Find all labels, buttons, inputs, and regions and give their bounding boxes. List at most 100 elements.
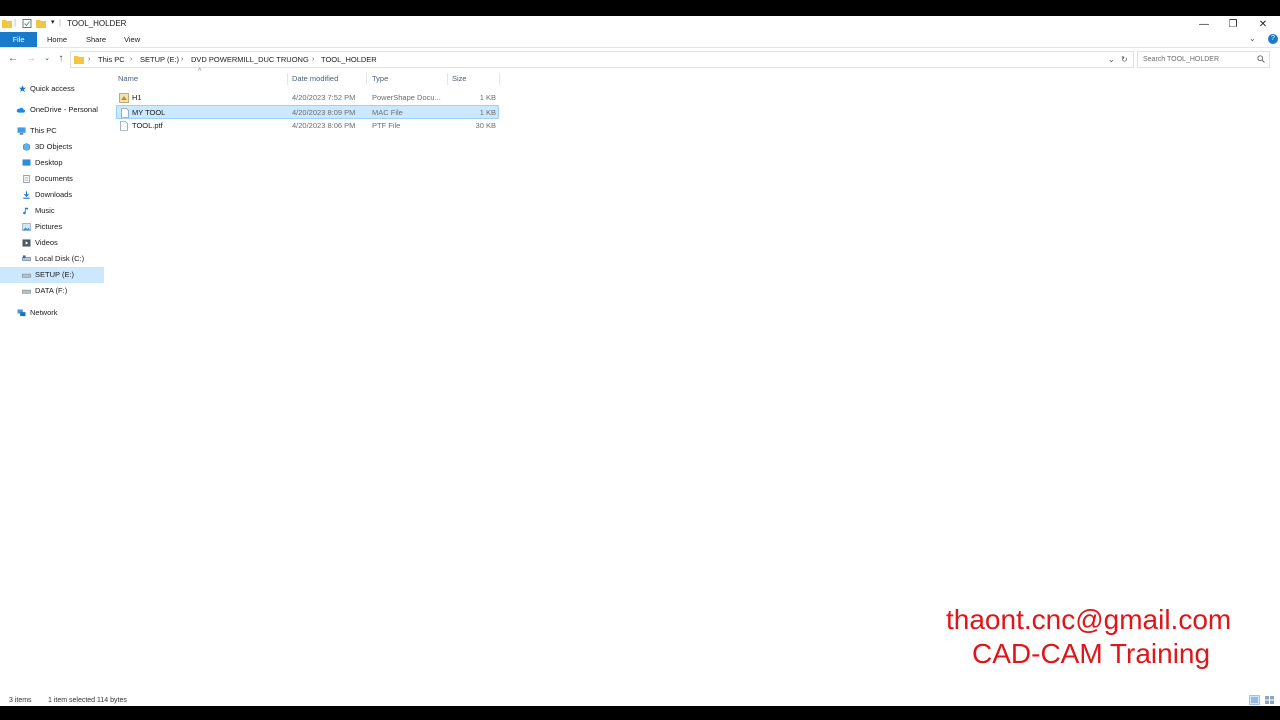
column-divider[interactable]	[447, 73, 448, 85]
tab-share[interactable]: Share	[80, 32, 112, 47]
cloud-icon	[16, 107, 25, 113]
file-size: 30 KB	[475, 121, 496, 130]
breadcrumb-separator-icon: ›	[130, 56, 133, 63]
details-view-icon[interactable]	[1249, 695, 1260, 705]
star-icon	[18, 85, 27, 92]
bottom-letterbox	[0, 706, 1280, 720]
nav-downloads[interactable]: Downloads	[0, 187, 104, 203]
tab-home[interactable]: Home	[41, 32, 73, 47]
computer-icon	[17, 127, 26, 135]
sort-ascending-icon: ^	[198, 68, 202, 75]
separator: |	[14, 18, 17, 27]
large-icons-view-icon[interactable]	[1264, 695, 1275, 705]
new-folder-icon[interactable]	[36, 19, 46, 28]
tab-file[interactable]: File	[0, 32, 37, 47]
cube-icon	[23, 143, 30, 151]
search-icon	[1257, 55, 1265, 63]
column-divider[interactable]	[366, 73, 367, 85]
expand-ribbon-icon[interactable]: ⌄	[1249, 34, 1256, 43]
drive-icon	[22, 289, 31, 294]
file-row[interactable]: H1 4/20/2023 7:52 PM PowerShape Docu... …	[116, 91, 499, 105]
nav-quick-access[interactable]: Quick access	[0, 81, 104, 97]
nav-data-f[interactable]: DATA (F:)	[0, 283, 104, 299]
breadcrumb-setup-drive[interactable]: SETUP (E:)	[140, 52, 179, 67]
close-icon: ✕	[1258, 18, 1268, 30]
nav-pictures[interactable]: Pictures	[0, 219, 104, 235]
column-divider[interactable]	[287, 73, 288, 85]
search-box[interactable]: Search TOOL_HOLDER	[1137, 51, 1270, 68]
tab-view[interactable]: View	[118, 32, 146, 47]
ribbon-tabs: File Home Share View ⌄ ?	[0, 32, 1280, 48]
file-row[interactable]: TOOL.ptf 4/20/2023 8:06 PM PTF File 30 K…	[116, 119, 499, 133]
nav-this-pc[interactable]: This PC	[0, 123, 104, 139]
network-icon	[17, 309, 26, 317]
recent-locations-button[interactable]: ⌄	[40, 52, 54, 66]
nav-videos[interactable]: Videos	[0, 235, 104, 251]
breadcrumb-current-folder[interactable]: TOOL_HOLDER	[321, 52, 377, 67]
help-icon[interactable]: ?	[1268, 34, 1278, 44]
generic-file-icon	[120, 121, 128, 131]
nav-onedrive[interactable]: OneDrive - Personal	[0, 102, 104, 118]
nav-desktop[interactable]: Desktop	[0, 155, 104, 171]
nav-label: DATA (F:)	[35, 286, 68, 295]
nav-label: Network	[30, 308, 58, 317]
properties-icon[interactable]	[22, 19, 32, 28]
column-header-name[interactable]: Name	[118, 73, 138, 85]
column-header-type[interactable]: Type	[372, 73, 388, 85]
window-title: TOOL_HOLDER	[67, 19, 127, 28]
breadcrumb-dvd-folder[interactable]: DVD POWERMILL_DUC TRUONG	[191, 52, 309, 67]
address-dropdown-icon[interactable]: ⌄	[1108, 52, 1115, 67]
folder-icon	[74, 56, 84, 64]
status-selection: 1 item selected 114 bytes	[48, 697, 127, 704]
minimize-button[interactable]: —	[1189, 16, 1219, 32]
restore-button[interactable]: ❐	[1218, 16, 1248, 32]
nav-label: OneDrive - Personal	[30, 105, 98, 114]
breadcrumb-separator-icon: ›	[181, 56, 184, 63]
nav-label: Pictures	[35, 222, 63, 231]
nav-label: 3D Objects	[35, 142, 73, 151]
nav-setup-e[interactable]: SETUP (E:)	[0, 267, 104, 283]
file-size: 1 KB	[479, 93, 496, 102]
nav-network[interactable]: Network	[0, 305, 104, 321]
back-button[interactable]: ←	[6, 52, 20, 66]
forward-button[interactable]: →	[24, 52, 38, 66]
file-type: PTF File	[372, 121, 401, 130]
column-divider[interactable]	[499, 73, 500, 85]
nav-label: Desktop	[35, 158, 63, 167]
nav-label: Videos	[35, 238, 58, 247]
breadcrumb-this-pc[interactable]: This PC	[98, 52, 125, 67]
address-bar[interactable]: › This PC › SETUP (E:) › DVD POWERMILL_D…	[70, 51, 1134, 68]
nav-3d-objects[interactable]: 3D Objects	[0, 139, 104, 155]
title-bar: | ▾ | TOOL_HOLDER — ❐ ✕	[0, 16, 1280, 32]
file-name: H1	[132, 93, 142, 102]
nav-local-disk-c[interactable]: Local Disk (C:)	[0, 251, 104, 267]
music-icon	[23, 207, 29, 215]
generic-file-icon	[121, 108, 129, 118]
nav-music[interactable]: Music	[0, 203, 104, 219]
powershape-file-icon	[119, 93, 129, 103]
column-header-size[interactable]: Size	[452, 73, 467, 85]
breadcrumb-separator-icon: ›	[312, 56, 315, 63]
file-row-selected[interactable]: MY TOOL 4/20/2023 8:09 PM MAC File 1 KB	[116, 105, 499, 119]
close-button[interactable]: ✕	[1248, 16, 1278, 32]
back-arrow-icon: ←	[8, 53, 18, 64]
nav-documents[interactable]: Documents	[0, 171, 104, 187]
quick-access-dropdown-icon[interactable]: ▾	[51, 18, 55, 26]
file-size: 1 KB	[479, 108, 496, 117]
file-name: TOOL.ptf	[132, 121, 163, 130]
picture-icon	[22, 223, 31, 231]
file-date: 4/20/2023 8:06 PM	[292, 121, 356, 130]
forward-arrow-icon: →	[26, 53, 36, 64]
folder-icon	[2, 20, 12, 28]
refresh-icon[interactable]: ↻	[1121, 52, 1128, 67]
watermark-tagline: CAD-CAM Training	[972, 638, 1211, 669]
breadcrumb-separator-icon: ›	[88, 56, 91, 63]
search-input[interactable]: Search TOOL_HOLDER	[1143, 52, 1219, 67]
nav-label: This PC	[30, 126, 57, 135]
column-header-date[interactable]: Date modified	[292, 73, 338, 85]
nav-label: Downloads	[35, 190, 73, 199]
nav-label: Local Disk (C:)	[35, 254, 85, 263]
minimize-icon: —	[1199, 18, 1209, 30]
up-button[interactable]: ↑	[54, 52, 68, 66]
nav-label: Quick access	[30, 84, 75, 93]
